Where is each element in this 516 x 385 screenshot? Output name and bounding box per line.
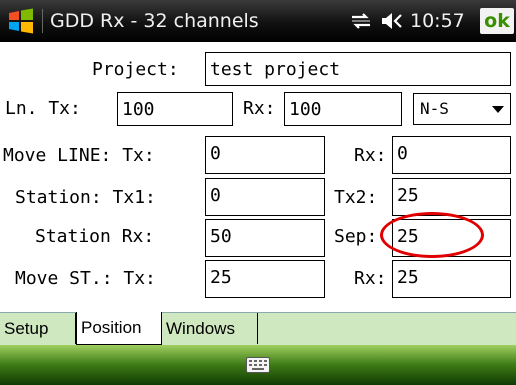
chevron-down-icon [492, 106, 504, 113]
station-rx-field[interactable]: 50 [205, 219, 325, 257]
move-line-tx-label: Move LINE: Tx: [3, 145, 155, 166]
move-st-rx-label: Rx: [354, 268, 387, 289]
ln-tx-field[interactable]: 100 [117, 92, 233, 126]
volume-icon[interactable] [380, 11, 406, 31]
station-rx-label: Station Rx: [35, 226, 155, 247]
title-separator [42, 9, 43, 33]
network-icon[interactable] [350, 11, 372, 31]
direction-select[interactable]: N-S [413, 93, 511, 125]
tx2-field[interactable]: 25 [392, 178, 511, 216]
move-st-tx-label: Move ST.: Tx: [15, 268, 156, 289]
tx2-label: Tx2: [334, 187, 378, 208]
tab-strip: Setup Position Windows [0, 312, 516, 346]
app-title: GDD Rx - 32 channels [50, 10, 259, 32]
project-field[interactable]: test project [205, 52, 511, 86]
move-line-rx-label: Rx: [354, 145, 387, 166]
move-st-rx-field[interactable]: 25 [392, 260, 511, 298]
ln-rx-label: Rx: [243, 98, 276, 119]
station-tx1-field[interactable]: 0 [205, 178, 325, 216]
move-st-tx-field[interactable]: 25 [205, 260, 325, 298]
soft-key-bar [0, 345, 516, 385]
ok-button[interactable]: ok [480, 8, 514, 34]
highlight-circle [380, 212, 484, 258]
project-label: Project: [92, 59, 179, 80]
clock[interactable]: 10:57 [410, 10, 465, 32]
title-bar: GDD Rx - 32 channels 10:57 ok [0, 0, 516, 42]
keyboard-icon[interactable] [246, 357, 270, 373]
direction-value: N-S [420, 99, 449, 118]
move-line-tx-field[interactable]: 0 [205, 136, 325, 174]
tab-setup[interactable]: Setup [0, 313, 76, 344]
move-line-rx-field[interactable]: 0 [392, 136, 511, 174]
tab-windows[interactable]: Windows [162, 313, 258, 344]
ln-tx-label: Ln. Tx: [5, 98, 81, 119]
station-tx1-label: Station: Tx1: [15, 187, 156, 208]
sep-label: Sep: [334, 226, 378, 247]
ln-rx-field[interactable]: 100 [284, 92, 402, 126]
windows-logo-icon[interactable] [6, 6, 36, 36]
tab-position[interactable]: Position [76, 312, 162, 345]
